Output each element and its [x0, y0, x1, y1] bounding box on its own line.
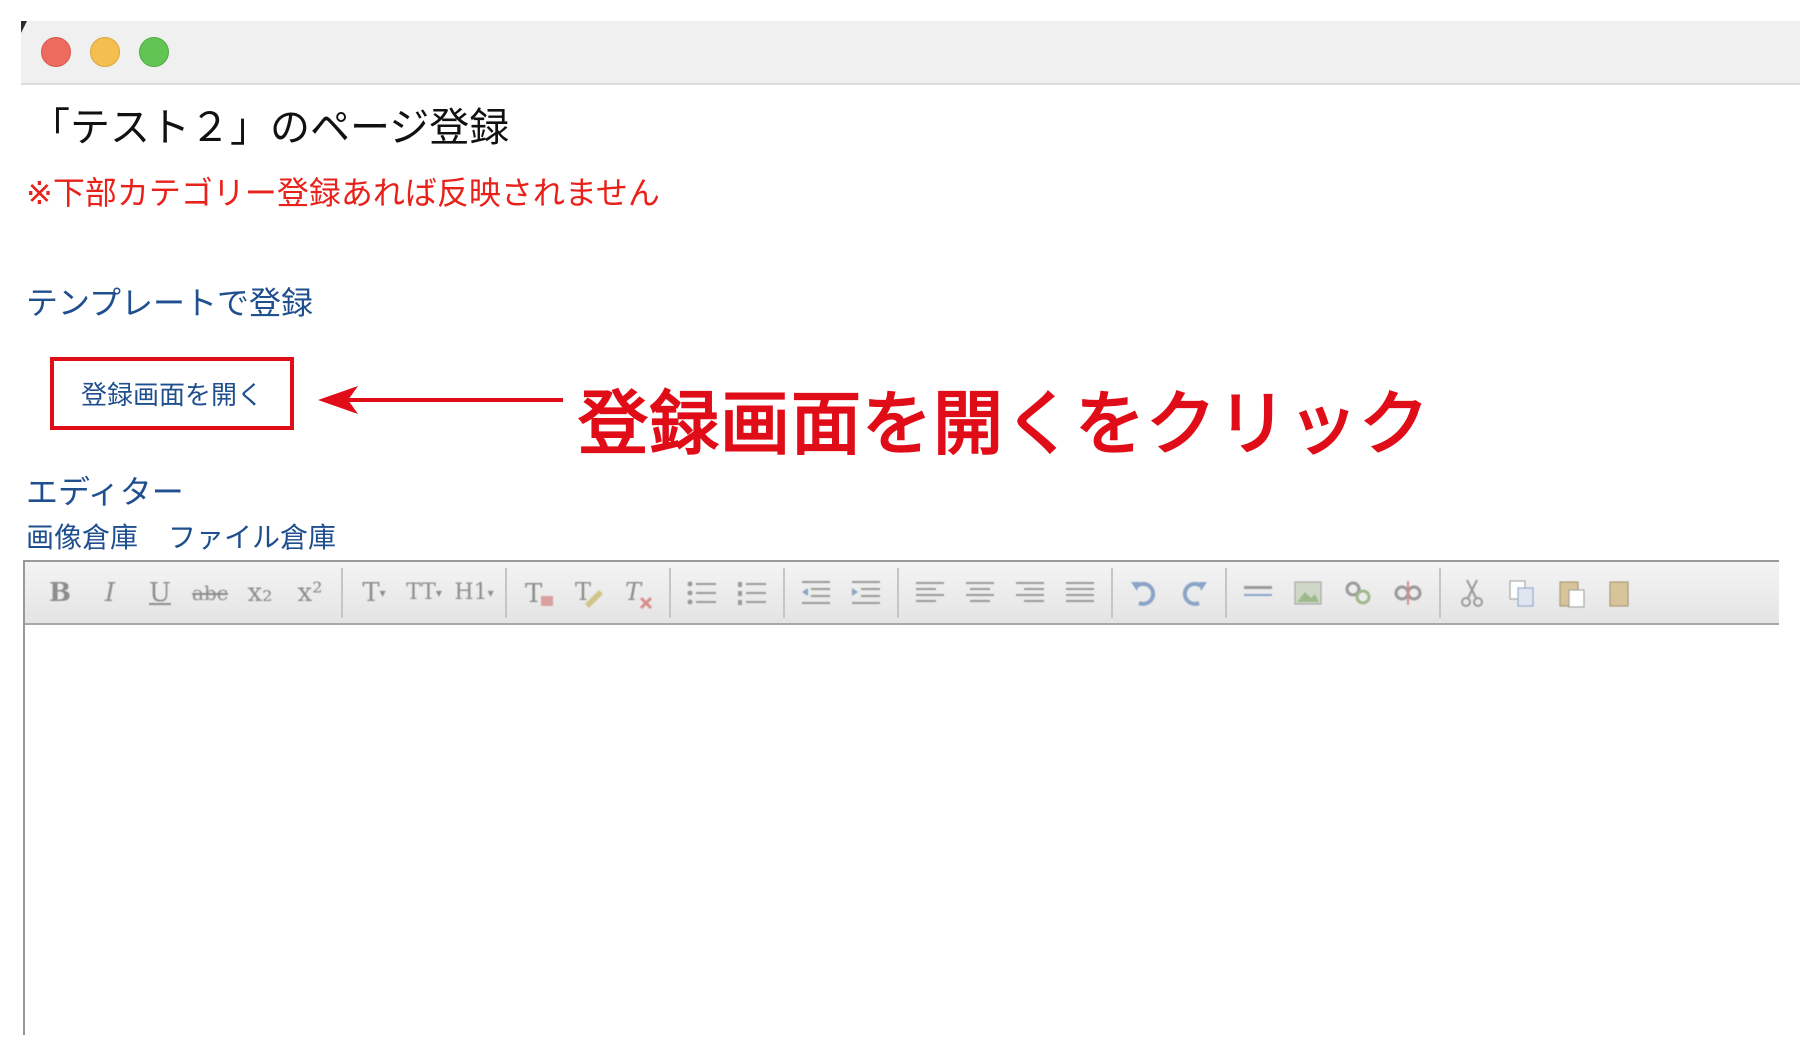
horizontal-rule-icon	[1244, 585, 1272, 596]
clear-format-button[interactable]: T	[613, 568, 663, 618]
bullet-list-button[interactable]	[677, 568, 727, 618]
toolbar-separator	[783, 567, 785, 618]
toolbar-separator	[505, 567, 507, 618]
annotation-text: 登録画面を開くをクリック	[578, 383, 1430, 465]
title-bar	[21, 21, 1800, 85]
file-storage-link[interactable]: ファイル倉庫	[168, 521, 336, 554]
align-center-button[interactable]	[955, 568, 1005, 618]
svg-text:T: T	[525, 579, 543, 609]
superscript-button[interactable]: x²	[285, 568, 335, 618]
unlink-icon	[1394, 580, 1422, 605]
minimize-window-button[interactable]	[90, 37, 120, 67]
window-corner	[21, 21, 27, 33]
svg-text:T: T	[625, 578, 643, 606]
subscript-icon: x₂	[247, 577, 273, 608]
italic-icon: I	[104, 577, 116, 608]
toolbar-separator	[1225, 567, 1227, 618]
dropdown-arrow-icon: ▾	[435, 585, 442, 600]
undo-icon	[1131, 581, 1156, 606]
font-family-icon: T	[362, 577, 380, 608]
storage-links: 画像倉庫 ファイル倉庫	[26, 516, 366, 556]
toolbar-separator	[341, 567, 343, 618]
font-size-button[interactable]: TT ▾	[399, 568, 449, 618]
font-size-icon: TT	[406, 580, 436, 605]
paste-text-icon	[1609, 581, 1629, 606]
redo-icon	[1182, 581, 1207, 606]
unlink-button[interactable]	[1383, 568, 1433, 618]
align-justify-icon	[1066, 581, 1094, 602]
bold-button[interactable]: B	[35, 568, 85, 618]
strikethrough-button[interactable]: abc	[185, 568, 235, 618]
paste-icon	[1559, 581, 1585, 607]
align-right-icon	[1016, 581, 1044, 602]
close-window-button[interactable]	[41, 37, 71, 67]
dropdown-arrow-icon: ▾	[487, 585, 494, 600]
toolbar-separator	[669, 567, 671, 618]
horizontal-rule-button[interactable]	[1233, 568, 1283, 618]
copy-button[interactable]	[1497, 568, 1547, 618]
template-register-link[interactable]: テンプレートで登録	[26, 278, 313, 324]
underline-icon: U	[149, 577, 171, 608]
cut-button[interactable]	[1447, 568, 1497, 618]
clear-format-icon: T	[625, 578, 653, 609]
text-color-icon: T	[525, 579, 553, 609]
font-family-button[interactable]: T ▾	[349, 568, 399, 618]
copy-icon	[1509, 580, 1534, 606]
strikethrough-icon: abc	[192, 580, 228, 605]
numbered-list-icon	[738, 581, 766, 605]
editor-content-area[interactable]	[25, 625, 1779, 1035]
editor-toolbar: B I U abc x₂ x² T ▾ TT ▾ H1 ▾ T T T	[25, 562, 1779, 625]
annotation-arrow-icon	[318, 386, 563, 414]
image-icon	[1294, 581, 1322, 604]
highlight-color-button[interactable]: T	[563, 568, 613, 618]
align-center-icon	[966, 581, 994, 602]
image-storage-link[interactable]: 画像倉庫	[26, 521, 138, 554]
rich-text-editor: B I U abc x₂ x² T ▾ TT ▾ H1 ▾ T T T	[23, 560, 1779, 1035]
warning-notice: ※下部カテゴリー登録あれば反映されません	[26, 174, 660, 212]
indent-icon	[852, 580, 880, 604]
insert-image-button[interactable]	[1283, 568, 1333, 618]
outdent-button[interactable]	[791, 568, 841, 618]
text-color-button[interactable]: T	[513, 568, 563, 618]
indent-button[interactable]	[841, 568, 891, 618]
align-left-button[interactable]	[905, 568, 955, 618]
zoom-window-button[interactable]	[139, 37, 169, 67]
toolbar-separator	[897, 567, 899, 618]
highlight-icon: T	[575, 578, 603, 608]
toolbar-separator	[1111, 567, 1113, 618]
align-left-icon	[916, 581, 944, 602]
numbered-list-button[interactable]	[727, 568, 777, 618]
dropdown-arrow-icon: ▾	[379, 585, 386, 600]
heading-icon: H1	[454, 580, 488, 605]
paste-text-button[interactable]	[1597, 568, 1647, 618]
paste-button[interactable]	[1547, 568, 1597, 618]
undo-button[interactable]	[1119, 568, 1169, 618]
superscript-icon: x²	[297, 577, 323, 608]
underline-button[interactable]: U	[135, 568, 185, 618]
editor-label: エディター	[26, 473, 184, 511]
align-justify-button[interactable]	[1055, 568, 1105, 618]
align-right-button[interactable]	[1005, 568, 1055, 618]
open-register-screen-button[interactable]: 登録画面を開く	[50, 357, 294, 430]
page-title: 「テスト２」のページ登録	[30, 105, 510, 151]
bold-icon: B	[49, 577, 71, 608]
insert-link-button[interactable]	[1333, 568, 1383, 618]
redo-button[interactable]	[1169, 568, 1219, 618]
subscript-button[interactable]: x₂	[235, 568, 285, 618]
link-icon	[1345, 581, 1371, 604]
scissors-icon	[1461, 579, 1483, 607]
italic-button[interactable]: I	[85, 568, 135, 618]
bullet-list-icon	[687, 581, 716, 604]
outdent-icon	[802, 580, 830, 604]
heading-button[interactable]: H1 ▾	[449, 568, 499, 618]
toolbar-separator	[1439, 567, 1441, 618]
